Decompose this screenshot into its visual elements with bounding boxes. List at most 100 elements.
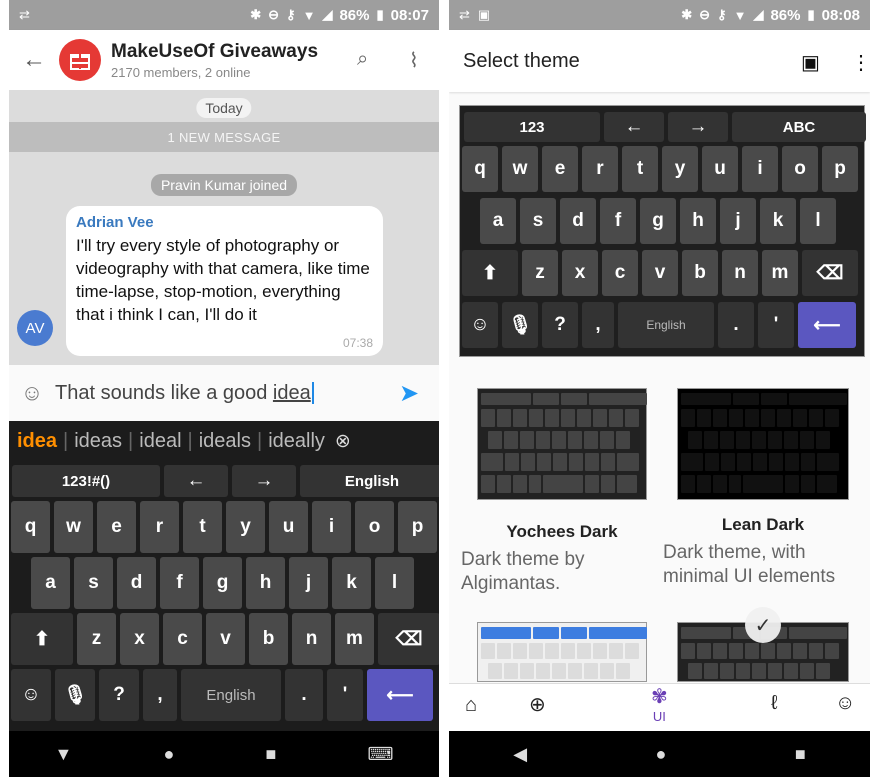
cursor-left-key[interactable]: ← <box>164 465 228 497</box>
cell-signal-icon: ◢ <box>322 7 333 22</box>
theme-thumb-light[interactable] <box>477 622 647 682</box>
key[interactable]: h <box>246 557 285 609</box>
thumb-key <box>753 453 767 471</box>
attach-icon[interactable]: ⌇ <box>409 48 419 73</box>
key[interactable]: p <box>398 501 437 553</box>
emoji-icon[interactable]: ☺ <box>9 380 55 406</box>
globe-icon[interactable]: ⊕ <box>529 692 546 717</box>
key[interactable]: d <box>117 557 156 609</box>
key[interactable]: o <box>355 501 394 553</box>
key[interactable]: v <box>206 613 245 665</box>
back-nav-icon[interactable]: ◀ <box>513 744 527 765</box>
home-nav-icon[interactable]: ● <box>163 744 174 765</box>
channel-info[interactable]: MakeUseOf Giveaways 2170 members, 2 onli… <box>111 41 318 80</box>
key[interactable]: j <box>289 557 328 609</box>
message-input[interactable]: That sounds like a good idea <box>55 381 399 405</box>
overflow-menu-icon[interactable]: ⋮ <box>851 50 870 75</box>
language-key[interactable]: English <box>300 465 439 497</box>
recents-nav-icon[interactable]: ■ <box>795 744 806 765</box>
thumb-row <box>488 431 630 449</box>
key[interactable]: t <box>183 501 222 553</box>
key[interactable]: q <box>11 501 50 553</box>
back-nav-icon[interactable]: ▼ <box>55 744 73 765</box>
key[interactable]: m <box>335 613 374 665</box>
key[interactable]: r <box>140 501 179 553</box>
preview-enter-key: ⟵ <box>798 302 856 348</box>
enter-key[interactable]: ⟵ <box>367 669 433 721</box>
key[interactable]: l <box>375 557 414 609</box>
thumb-key <box>609 643 623 659</box>
channel-avatar[interactable] <box>59 39 101 81</box>
keyboard-switch-icon[interactable]: ⌨ <box>367 744 393 765</box>
symbols-key[interactable]: 123!#() <box>12 465 160 497</box>
theme-desc-line: minimal UI elements <box>663 566 836 587</box>
key[interactable]: e <box>97 501 136 553</box>
image-notification-icon: ▣ <box>477 7 491 22</box>
theme-thumb-yochees-dark[interactable] <box>477 388 647 500</box>
key[interactable]: i <box>312 501 351 553</box>
key[interactable]: u <box>269 501 308 553</box>
key[interactable]: b <box>249 613 288 665</box>
back-arrow-icon[interactable]: ← <box>9 46 59 74</box>
date-pill: Today <box>196 98 252 118</box>
thumb-key <box>513 475 527 493</box>
thumb-key <box>585 453 599 471</box>
home-nav-icon[interactable]: ● <box>656 744 667 765</box>
question-key[interactable]: ? <box>99 669 139 721</box>
tab-ui[interactable]: ✾ UI <box>651 684 668 724</box>
thumb-key <box>681 393 731 405</box>
key[interactable]: a <box>31 557 70 609</box>
preview-bottom-row: ☺ 🎙 ? , English . ' ⟵ <box>462 302 856 348</box>
dnd-icon: ⊖ <box>699 7 711 22</box>
key[interactable]: y <box>226 501 265 553</box>
key[interactable]: w <box>54 501 93 553</box>
thumb-key <box>593 409 607 427</box>
key[interactable]: n <box>292 613 331 665</box>
thumb-key <box>568 663 582 679</box>
suggestion[interactable]: ideal <box>139 430 181 453</box>
message-sender[interactable]: Adrian Vee <box>76 214 373 231</box>
close-suggestions-icon[interactable]: ⊗ <box>335 430 351 453</box>
apostrophe-key[interactable]: ' <box>327 669 363 721</box>
backspace-key[interactable]: ⌫ <box>378 613 439 665</box>
key[interactable]: z <box>77 613 116 665</box>
emoji-key[interactable]: ☺ <box>11 669 51 721</box>
cursor-right-key[interactable]: → <box>232 465 296 497</box>
theme-selector-screen: ⇄ ▣ ✱ ⊖ ⚷ ▼ ◢ 86% ▮ 08:08 Select theme ▣… <box>449 0 870 777</box>
send-icon[interactable]: ➤ <box>399 379 439 408</box>
preview-key: d <box>560 198 596 244</box>
mic-icon[interactable]: 🎙 <box>55 669 95 721</box>
theme-thumb-lean-dark[interactable] <box>677 388 849 500</box>
recents-nav-icon[interactable]: ■ <box>265 744 276 765</box>
key[interactable]: s <box>74 557 113 609</box>
preview-key: o <box>782 146 818 192</box>
sender-avatar[interactable]: AV <box>17 310 53 346</box>
key[interactable]: c <box>163 613 202 665</box>
suggestion[interactable]: idea <box>17 430 57 453</box>
suggestion[interactable]: ideals <box>199 430 251 453</box>
thumb-key <box>537 453 551 471</box>
thumb-key <box>520 431 534 449</box>
key[interactable]: x <box>120 613 159 665</box>
key[interactable]: k <box>332 557 371 609</box>
gesture-icon[interactable]: ℓ <box>771 692 777 715</box>
preview-question-key: ? <box>542 302 578 348</box>
message-bubble[interactable]: Adrian Vee I'll try every style of photo… <box>66 206 383 356</box>
thumb-key <box>513 643 527 659</box>
space-key[interactable]: English <box>181 669 281 721</box>
home-icon[interactable]: ⌂ <box>465 694 477 717</box>
chat-messages[interactable]: Today 1 NEW MESSAGE Pravin Kumar joined … <box>9 90 439 365</box>
period-key[interactable]: . <box>285 669 323 721</box>
gift-icon <box>70 54 90 70</box>
thumb-key <box>481 475 495 493</box>
key[interactable]: f <box>160 557 199 609</box>
comma-key[interactable]: , <box>143 669 177 721</box>
theme-store-icon[interactable]: ▣ <box>801 50 820 75</box>
emoji-icon[interactable]: ☺ <box>835 692 855 715</box>
shift-key[interactable]: ⬆ <box>11 613 73 665</box>
search-icon[interactable]: ⌕ <box>357 48 368 71</box>
suggestion[interactable]: ideally <box>268 430 325 453</box>
suggestion[interactable]: ideas <box>74 430 122 453</box>
signal-boost-icon: ⇄ <box>19 7 30 22</box>
key[interactable]: g <box>203 557 242 609</box>
